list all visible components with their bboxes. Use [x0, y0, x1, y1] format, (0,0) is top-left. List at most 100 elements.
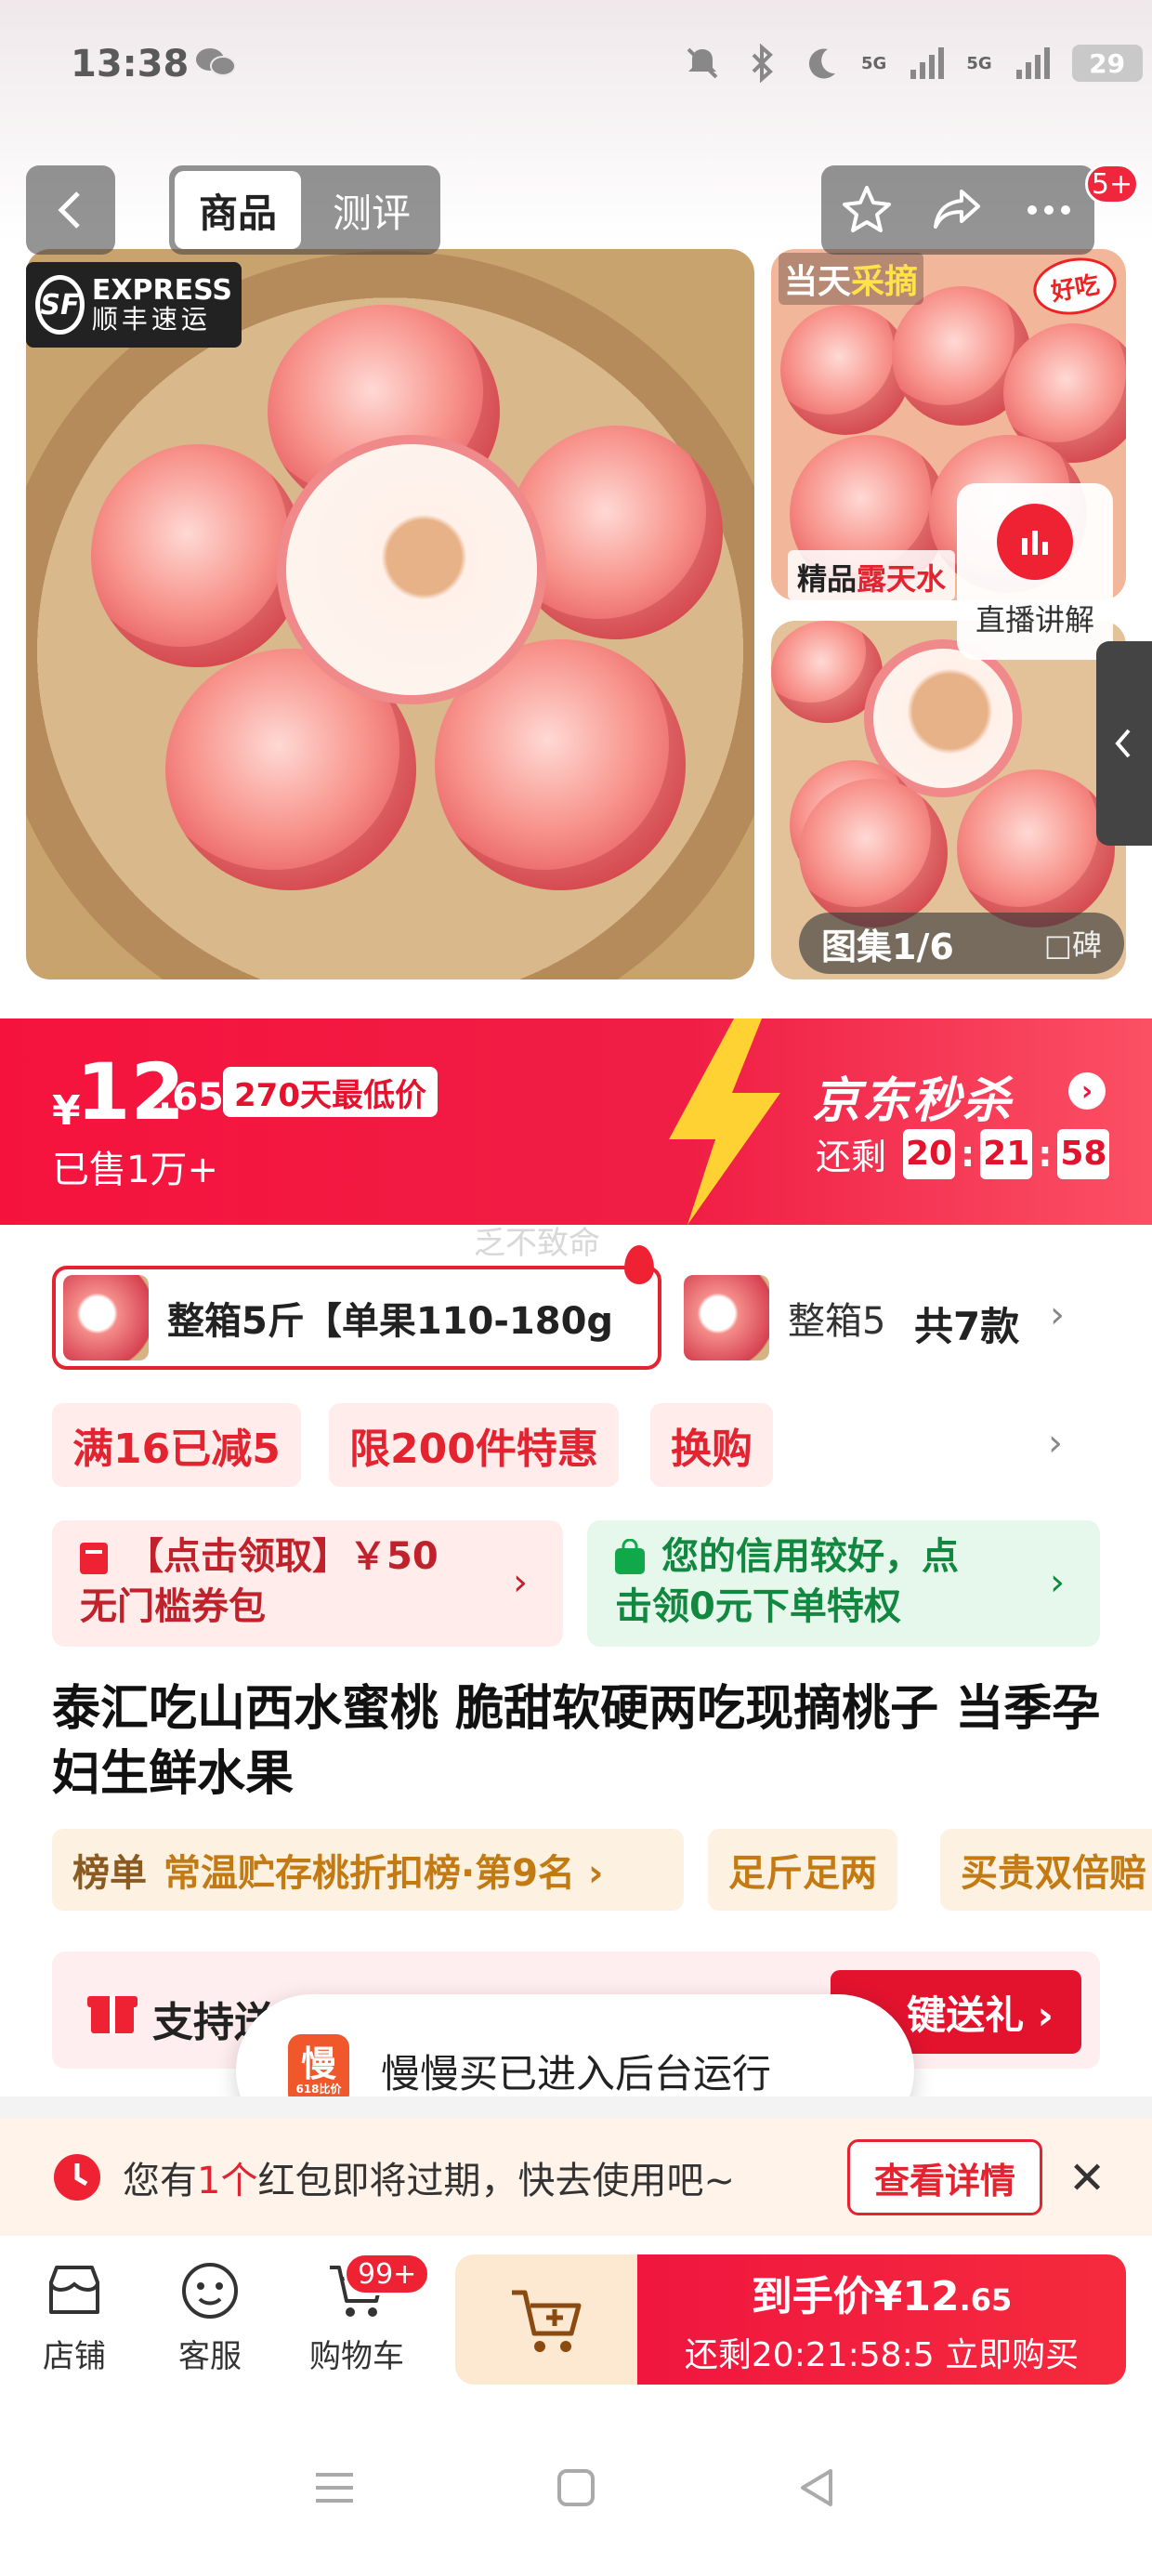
battery-indicator: 29 — [1071, 45, 1143, 82]
store-icon — [49, 2266, 99, 2314]
net-label-2: 5G — [966, 53, 992, 73]
buy-now-button[interactable]: 到手价¥12.65 还剩20:21:58:5 立即购买 — [637, 2254, 1126, 2385]
countdown-minutes: 21 — [980, 1128, 1033, 1179]
promo-tag-discount[interactable]: 满16已减5 — [52, 1403, 301, 1487]
promo-tag-exchange[interactable]: 换购 — [650, 1403, 773, 1487]
add-cart-icon — [512, 2290, 582, 2352]
variant-count[interactable]: 共7款 — [914, 1295, 1019, 1352]
variant-thumbnail — [684, 1275, 769, 1360]
ranking-key: 榜单 — [72, 1852, 147, 1895]
chevron-right-icon[interactable]: › — [1050, 1561, 1065, 1604]
fire-icon — [624, 1245, 654, 1284]
chevron-left-icon — [1115, 729, 1131, 758]
gift-icon — [87, 1996, 137, 2033]
main-product-photo[interactable] — [26, 249, 754, 979]
service-label: 客服 — [178, 2338, 242, 2375]
gallery-counter-chip[interactable]: 图集1/6 □碑 — [799, 913, 1124, 974]
cart-label: 购物车 — [309, 2338, 404, 2375]
back-button[interactable] — [26, 165, 115, 255]
message-badge: 5+ — [1085, 164, 1139, 204]
home-icon[interactable] — [550, 2462, 602, 2514]
seckill-title[interactable]: 京东秒杀 — [812, 1061, 1013, 1131]
seckill-countdown: 还剩 20 : 21 : 58 — [816, 1128, 1110, 1179]
buy-price: 到手价¥12.65 — [751, 2273, 1013, 2320]
system-navigation — [0, 2399, 1152, 2576]
variant-option[interactable]: 整箱5 — [684, 1266, 888, 1370]
credit-line-1: 您的信用较好，点 — [661, 1535, 959, 1578]
top-actions — [821, 165, 1094, 255]
coupon-line-2: 无门槛券包 — [80, 1585, 266, 1628]
chat-face-icon — [182, 2263, 238, 2319]
countdown-hours: 20 — [903, 1128, 956, 1179]
sf-logo-line1: EXPRESS — [91, 274, 232, 307]
tag-full-weight[interactable]: 足斤足两 — [708, 1829, 897, 1911]
ranking-tag[interactable]: 榜单 常温贮存桃折扣榜·第9名 › — [52, 1829, 684, 1911]
shopping-bag-icon — [615, 1539, 645, 1574]
store-button[interactable]: 店铺 — [19, 2258, 130, 2376]
share-icon[interactable] — [930, 182, 986, 238]
add-to-cart-button[interactable] — [455, 2254, 637, 2385]
sf-logo-line2: 顺丰速运 — [91, 304, 211, 335]
gallery-counter: 图集1/6 — [821, 926, 954, 967]
promo-tag-limited[interactable]: 限200件特惠 — [329, 1403, 619, 1487]
product-title: 泰汇吃山西水蜜桃 脆甜软硬两吃现摘桃子 当季孕妇生鲜水果 — [52, 1681, 1101, 1802]
clock-icon — [54, 2154, 100, 2201]
buy-countdown: 还剩20:21:58:5 立即购买 — [684, 2336, 1080, 2374]
side-panel-handle[interactable] — [1096, 641, 1152, 846]
watermark-text: 乏不致命 — [474, 1225, 600, 1262]
coupon-pack-card[interactable]: 【点击领取】￥50 无门槛券包 — [52, 1520, 563, 1647]
close-icon[interactable]: ✕ — [1068, 2152, 1106, 2204]
chevron-right-icon[interactable]: › — [1050, 1294, 1065, 1336]
variant-label: 整箱5斤【单果110-180g — [167, 1300, 614, 1343]
countdown-seconds: 58 — [1057, 1128, 1110, 1179]
ranking-value: 常温贮存桃折扣榜·第9名 › — [164, 1852, 604, 1895]
mute-icon — [687, 47, 718, 79]
live-label: 直播讲解 — [975, 602, 1094, 637]
countdown-label: 还剩 — [816, 1137, 887, 1177]
back-icon — [58, 191, 80, 229]
bluetooth-icon — [752, 44, 773, 83]
variant-selected[interactable]: 整箱5斤【单果110-180g — [52, 1266, 661, 1370]
coupon-icon — [80, 1543, 108, 1574]
tab-review[interactable]: 测评 — [308, 171, 435, 249]
divider — [0, 2096, 1152, 2119]
credit-line-2: 击领0元下单特权 — [615, 1585, 901, 1628]
signal-icon — [910, 47, 945, 79]
live-icon — [997, 504, 1073, 580]
thumb-harvest-tag: 当天采摘 — [779, 253, 924, 305]
section-tabs: 商品 测评 — [169, 165, 440, 255]
live-explain-button[interactable]: 直播讲解 — [957, 483, 1113, 660]
sf-logo-mark: SF — [35, 275, 85, 335]
variant-thumbnail — [63, 1275, 149, 1360]
status-time: 13:38 — [71, 43, 190, 85]
chevron-right-icon[interactable]: › — [1068, 1072, 1106, 1110]
thumb-caption: 精品露天水 — [788, 550, 956, 600]
gallery-brand-label: □碑 — [1043, 927, 1102, 963]
view-details-button[interactable]: 查看详情 — [847, 2139, 1042, 2215]
price-decimal: .65 — [158, 1076, 224, 1119]
signal-icon — [1015, 47, 1050, 79]
toast-message: 慢慢买已进入后台运行 — [381, 2050, 772, 2096]
customer-service-button[interactable]: 客服 — [154, 2258, 266, 2376]
credit-privilege-card[interactable]: 您的信用较好，点 击领0元下单特权 — [587, 1520, 1100, 1647]
notice-text: 您有1个红包即将过期，快去使用吧~ — [123, 2160, 735, 2202]
wechat-icon — [196, 48, 236, 76]
chevron-right-icon[interactable]: › — [1048, 1422, 1063, 1465]
lowest-price-badge: 270天最低价 — [223, 1067, 438, 1117]
menu-icon[interactable] — [308, 2462, 360, 2514]
variant-label: 整箱5 — [788, 1300, 886, 1343]
moon-icon — [808, 48, 835, 79]
tab-product[interactable]: 商品 — [175, 171, 301, 249]
sf-express-logo: SF EXPRESS 顺丰速运 — [26, 262, 242, 348]
chevron-right-icon[interactable]: › — [513, 1561, 528, 1604]
lightning-icon — [669, 1019, 780, 1225]
net-label-1: 5G — [861, 53, 887, 73]
tag-price-guarantee[interactable]: 买贵双倍赔 — [940, 1829, 1152, 1911]
coupon-line-1: 【点击领取】￥50 — [126, 1535, 439, 1578]
cart-count-badge: 99+ — [344, 2253, 431, 2295]
star-icon[interactable] — [839, 182, 895, 238]
sold-count: 已售1万+ — [52, 1149, 218, 1191]
status-icons: 5G 5G 29 — [683, 43, 1143, 84]
back-triangle-icon[interactable] — [792, 2462, 844, 2514]
more-icon[interactable] — [1021, 182, 1077, 238]
